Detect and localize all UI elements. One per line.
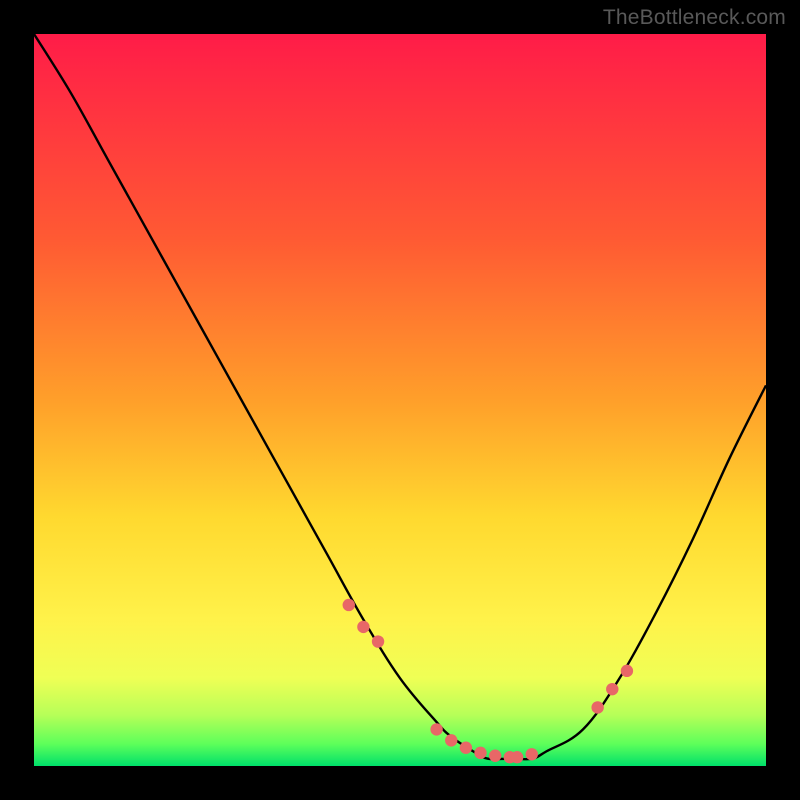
- highlight-marker: [591, 701, 603, 713]
- highlight-marker: [474, 747, 486, 759]
- bottleneck-curve-path: [34, 34, 766, 759]
- highlight-marker: [511, 751, 523, 763]
- highlight-marker: [372, 635, 384, 647]
- watermark-text: TheBottleneck.com: [603, 6, 786, 30]
- plot-area: [34, 34, 766, 766]
- highlight-markers: [343, 599, 634, 764]
- curve-layer: [34, 34, 766, 766]
- highlight-marker: [489, 750, 501, 762]
- chart-frame: TheBottleneck.com: [0, 0, 800, 800]
- highlight-marker: [445, 734, 457, 746]
- highlight-marker: [526, 748, 538, 760]
- bottleneck-curve: [34, 34, 766, 759]
- highlight-marker: [343, 599, 355, 611]
- highlight-marker: [606, 683, 618, 695]
- highlight-marker: [621, 665, 633, 677]
- highlight-marker: [357, 621, 369, 633]
- highlight-marker: [430, 723, 442, 735]
- highlight-marker: [460, 742, 472, 754]
